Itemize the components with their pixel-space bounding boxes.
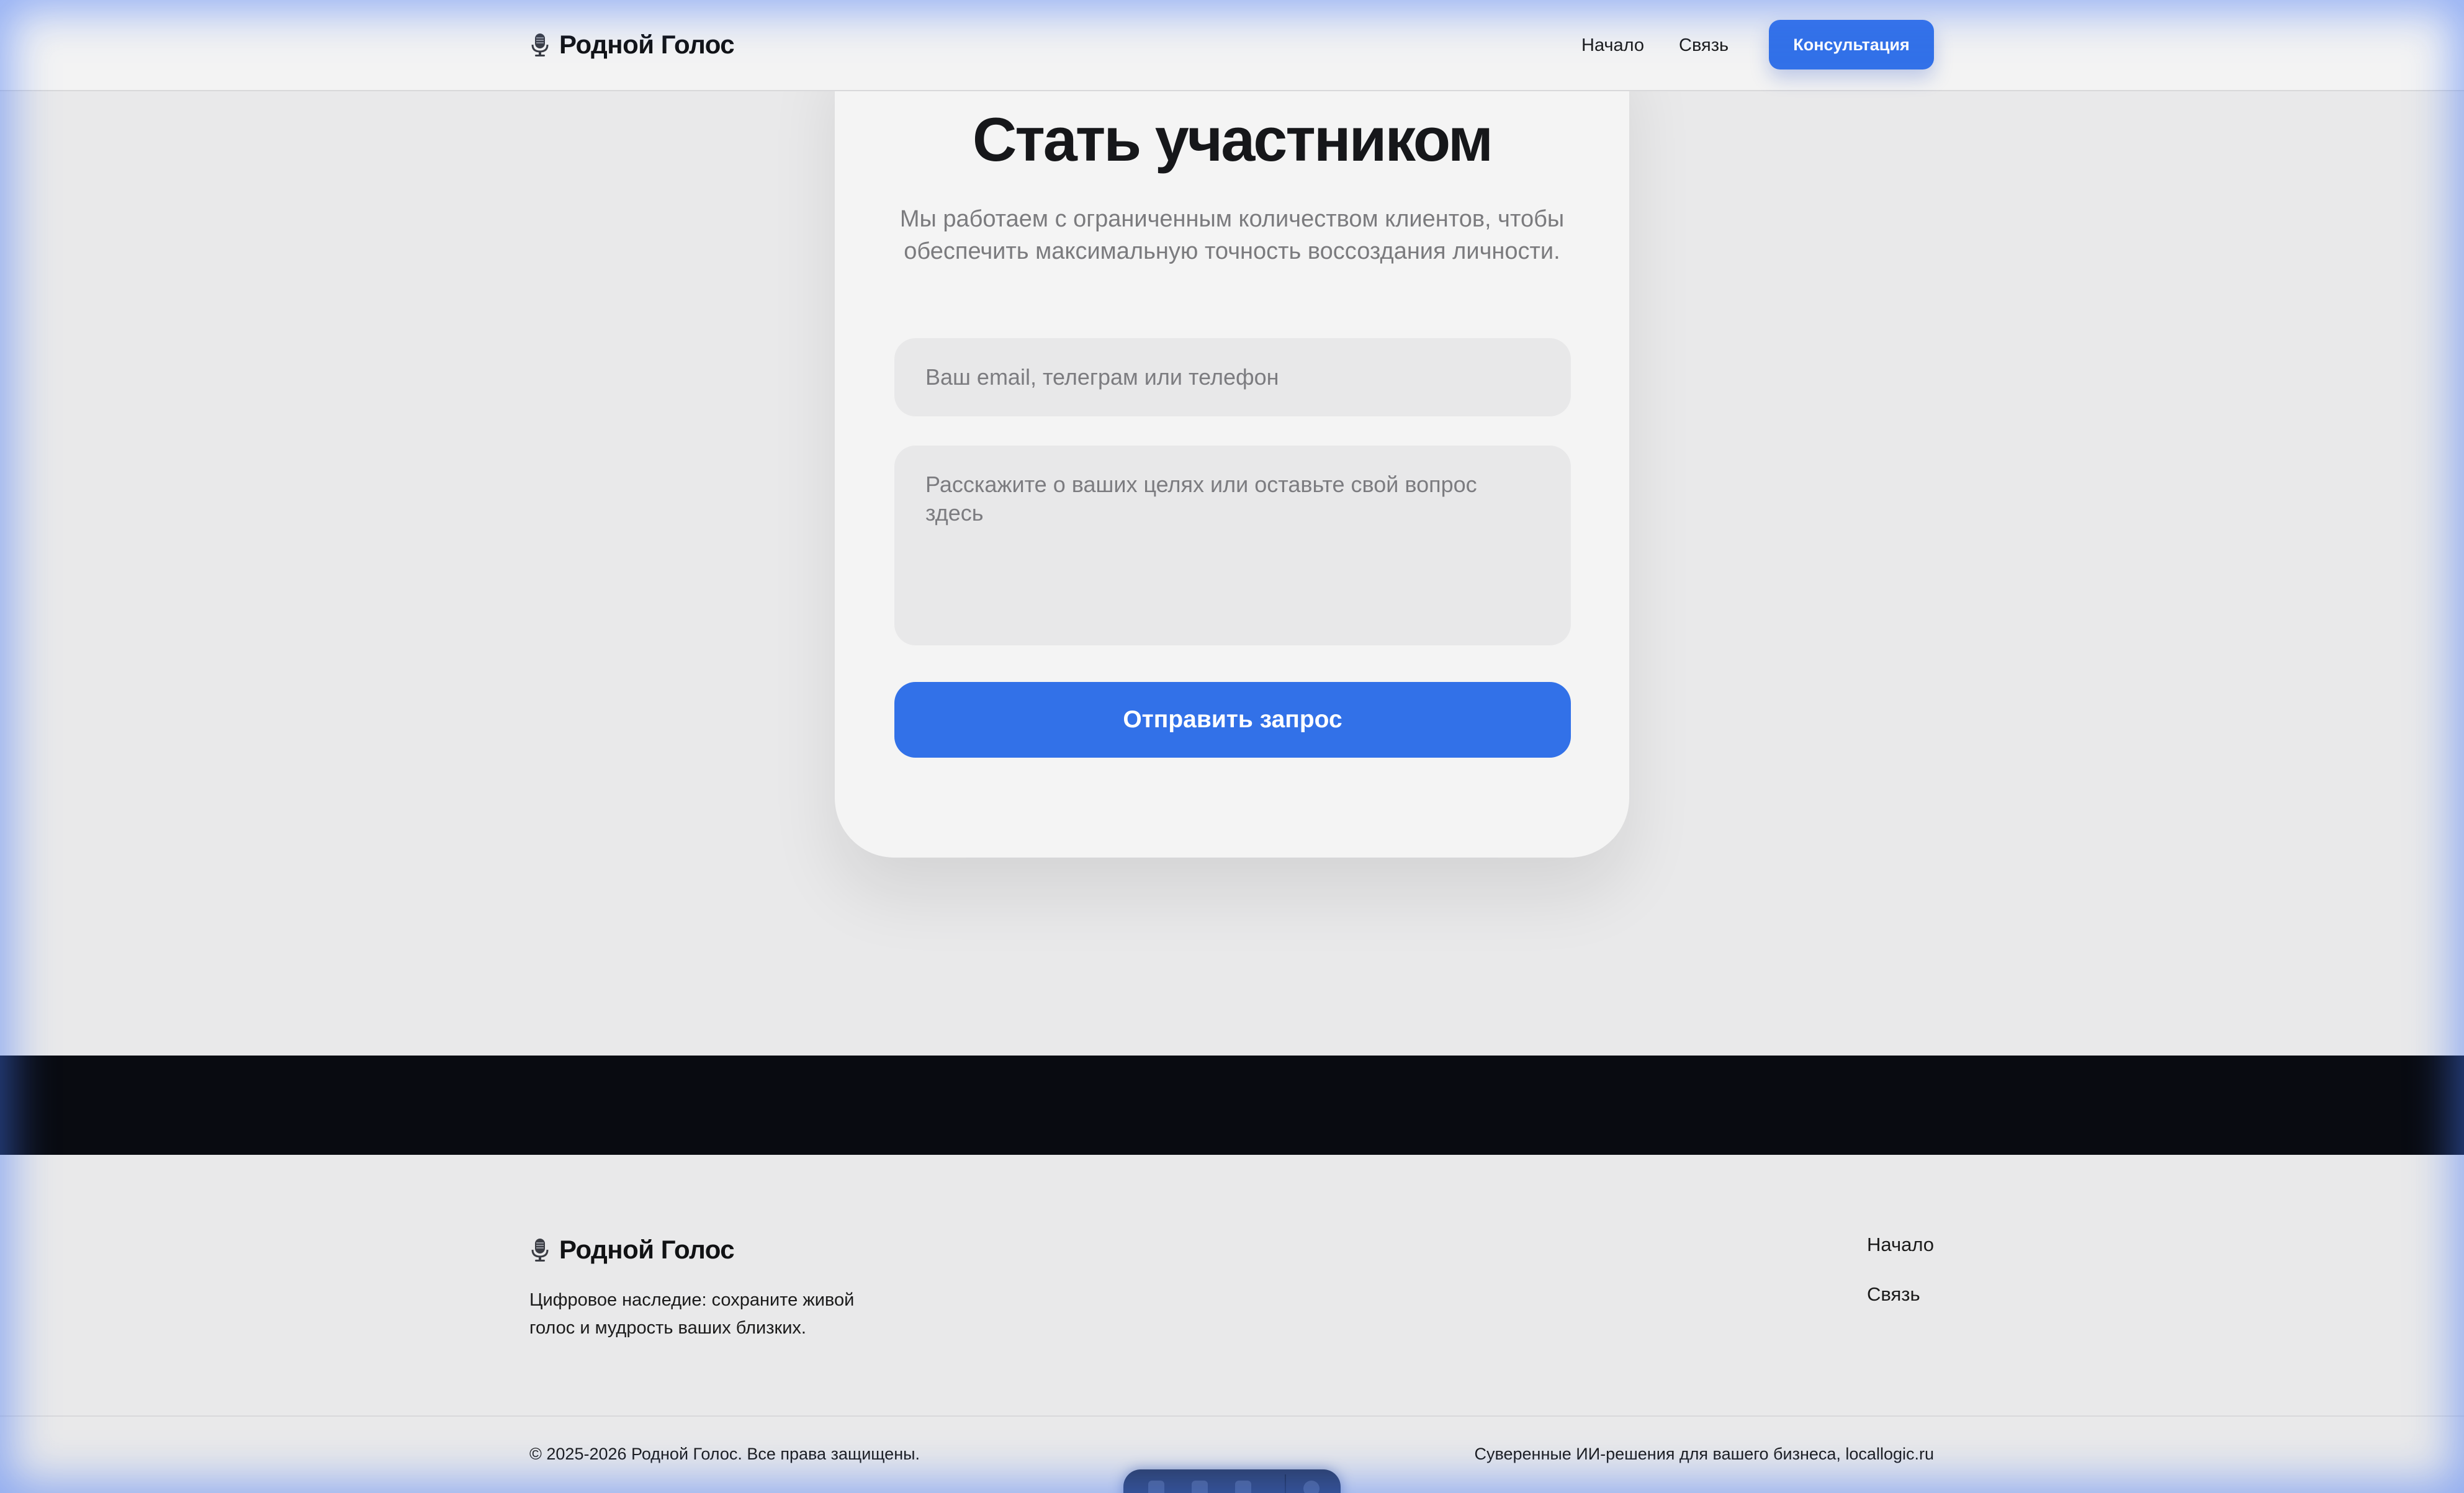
copyright-text: © 2025-2026 Родной Голос. Все права защи… [529, 1445, 920, 1463]
dock-separator [1285, 1474, 1286, 1493]
form-subtitle: Мы работаем с ограниченным количеством к… [891, 203, 1573, 267]
footer-logo-text: Родной Голос [559, 1235, 735, 1264]
dock-app-icon[interactable] [1303, 1481, 1320, 1493]
contact-input[interactable] [894, 338, 1571, 416]
form-title: Стать участником [972, 105, 1493, 174]
dock-app-icon[interactable] [1148, 1481, 1164, 1493]
footer-tagline-line-2: голос и мудрость ваших близких. [529, 1318, 806, 1338]
footer-tagline-line-1: Цифровое наследие: сохраните живой [529, 1290, 855, 1310]
header-logo[interactable]: Родной Голос [529, 30, 735, 60]
dock-app-icon[interactable] [1235, 1481, 1251, 1493]
footer-tagline: Цифровое наследие: сохраните живой голос… [529, 1286, 914, 1342]
dock-app-icon[interactable] [1192, 1481, 1208, 1493]
microphone-icon [531, 1239, 549, 1262]
form-subtitle-line-1: Мы работаем с ограниченным количеством к… [899, 206, 1565, 232]
nav-link-home[interactable]: Начало [1581, 35, 1644, 56]
signup-card: Стать участником Мы работаем с ограничен… [835, 37, 1629, 858]
floating-dock[interactable] [1123, 1469, 1341, 1493]
footer-divider [0, 1415, 2464, 1417]
microphone-icon [531, 34, 549, 56]
site-header: Родной Голос Начало Связь Консультация [0, 0, 2464, 91]
footer-link-home[interactable]: Начало [1867, 1234, 1934, 1256]
footer-link-contact[interactable]: Связь [1867, 1283, 1920, 1306]
credit-text[interactable]: Суверенные ИИ-решения для вашего бизнеса… [1474, 1445, 1934, 1464]
footer-logo[interactable]: Родной Голос [529, 1235, 735, 1265]
consultation-button[interactable]: Консультация [1769, 20, 1934, 69]
nav-link-contact[interactable]: Связь [1679, 35, 1729, 56]
submit-request-button[interactable]: Отправить запрос [894, 682, 1571, 758]
dark-section-band [0, 1056, 2464, 1155]
message-textarea[interactable] [894, 446, 1571, 645]
form-subtitle-line-2: обеспечить максимальную точность воссозд… [904, 238, 1560, 264]
header-logo-text: Родной Голос [559, 30, 735, 59]
